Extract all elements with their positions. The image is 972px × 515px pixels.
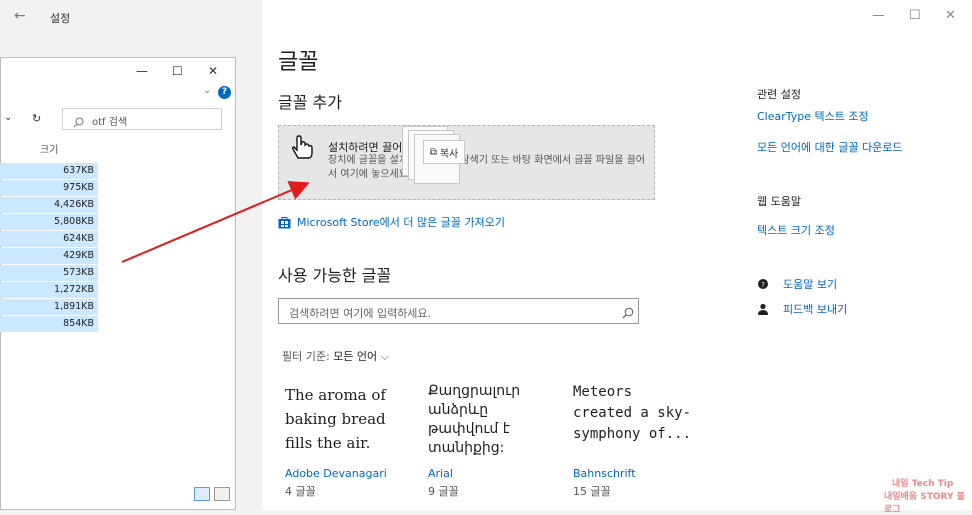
drag-direction-arrow (121, 181, 310, 263)
watermark-line-2: 내일배움 STORY 블로그 (884, 492, 965, 515)
watermark-line-1: 내일 Tech Tip (892, 479, 954, 489)
